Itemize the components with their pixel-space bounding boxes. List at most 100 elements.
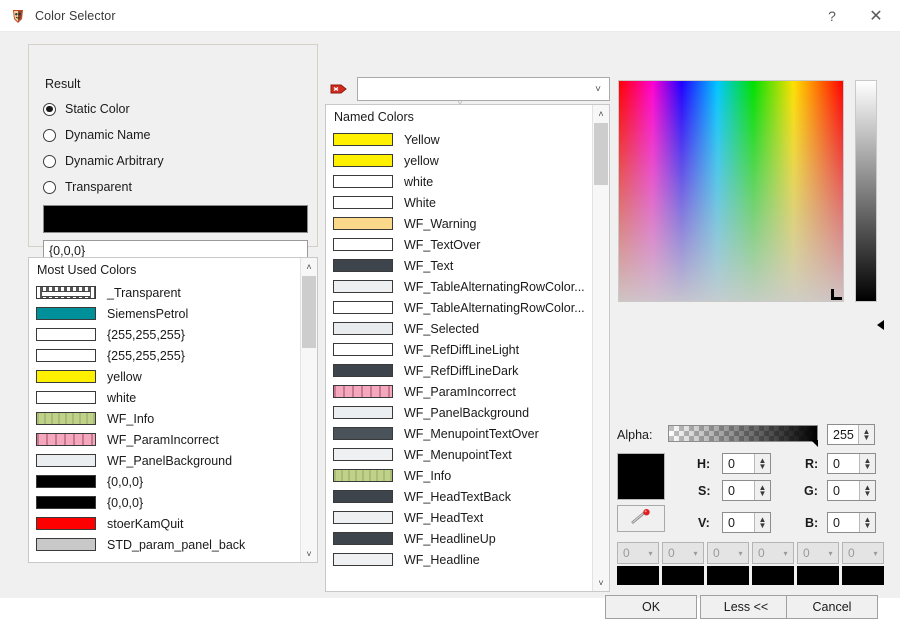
value-slider-marker-icon[interactable]: [877, 320, 884, 330]
most-used-color-item[interactable]: SiemensPetrol: [29, 303, 300, 324]
named-color-item[interactable]: White: [326, 192, 592, 213]
most-used-color-item[interactable]: WF_PanelBackground: [29, 450, 300, 471]
most-used-color-item[interactable]: WF_ParamIncorrect: [29, 429, 300, 450]
green-spinner-arrows[interactable]: ▲ ▼: [859, 481, 875, 500]
palette-slot-swatch[interactable]: [617, 566, 659, 585]
saturation-spinner-arrows[interactable]: ▲ ▼: [754, 481, 770, 500]
spinner-down-icon[interactable]: ▼: [759, 489, 767, 497]
palette-slot-swatch[interactable]: [842, 566, 884, 585]
radio-dynamic-arbitrary[interactable]: Dynamic Arbitrary: [43, 152, 164, 170]
chevron-down-icon[interactable]: ˅: [587, 78, 609, 100]
saturation-spinbox[interactable]: 0 ▲ ▼: [722, 480, 771, 501]
close-button[interactable]: ✕: [854, 0, 898, 31]
chevron-down-icon[interactable]: ▾: [778, 549, 793, 558]
value-value[interactable]: 0: [723, 516, 754, 530]
scroll-up-icon[interactable]: ˄: [301, 258, 317, 275]
chevron-down-icon[interactable]: ▾: [643, 549, 658, 558]
named-color-item[interactable]: yellow: [326, 150, 592, 171]
palette-slot-combobox[interactable]: 0 ▾: [842, 542, 884, 564]
ok-button[interactable]: OK: [605, 595, 697, 619]
color-name-combobox[interactable]: ˅: [357, 77, 610, 101]
spinner-down-icon[interactable]: ▼: [864, 462, 872, 470]
chevron-down-icon[interactable]: ▾: [688, 549, 703, 558]
value-spinbox[interactable]: 0 ▲ ▼: [722, 512, 771, 533]
named-color-item[interactable]: WF_HeadText: [326, 507, 592, 528]
named-color-item[interactable]: WF_MenupointTextOver: [326, 423, 592, 444]
chevron-down-icon[interactable]: ▾: [733, 549, 748, 558]
alpha-spinner-arrows[interactable]: ▲ ▼: [858, 425, 874, 444]
blue-spinner-arrows[interactable]: ▲ ▼: [859, 513, 875, 532]
palette-slot-combobox[interactable]: 0 ▾: [707, 542, 749, 564]
value-spinner-arrows[interactable]: ▲ ▼: [754, 513, 770, 532]
red-tag-delete-icon[interactable]: [330, 81, 350, 97]
radio-transparent[interactable]: Transparent: [43, 178, 132, 196]
named-color-item[interactable]: WF_Headline: [326, 549, 592, 570]
alpha-slider-marker-icon[interactable]: [811, 440, 818, 447]
red-spinner-arrows[interactable]: ▲ ▼: [859, 454, 875, 473]
spinner-down-icon[interactable]: ▼: [759, 462, 767, 470]
scroll-down-icon[interactable]: ˅: [593, 574, 609, 591]
most-used-color-item[interactable]: {255,255,255}: [29, 324, 300, 345]
named-colors-list[interactable]: Named Colors Yellow yellow white White WF_Wa…: [325, 104, 610, 592]
sv-cursor-icon[interactable]: [831, 289, 842, 300]
most-used-color-item[interactable]: {255,255,255}: [29, 345, 300, 366]
named-color-item[interactable]: WF_Info: [326, 465, 592, 486]
help-button[interactable]: ?: [810, 0, 854, 31]
palette-slot-swatch[interactable]: [707, 566, 749, 585]
saturation-value[interactable]: 0: [723, 484, 754, 498]
most-used-color-item[interactable]: WF_Info: [29, 408, 300, 429]
palette-slot-swatch[interactable]: [662, 566, 704, 585]
green-spinbox[interactable]: 0 ▲ ▼: [827, 480, 876, 501]
most-used-color-item[interactable]: {0,0,0}: [29, 492, 300, 513]
named-color-item[interactable]: WF_HeadTextBack: [326, 486, 592, 507]
green-value[interactable]: 0: [828, 484, 859, 498]
palette-slot-combobox[interactable]: 0 ▾: [617, 542, 659, 564]
spinner-down-icon[interactable]: ▼: [864, 489, 872, 497]
blue-spinbox[interactable]: 0 ▲ ▼: [827, 512, 876, 533]
most-used-color-item[interactable]: white: [29, 387, 300, 408]
named-color-item[interactable]: WF_TextOver: [326, 234, 592, 255]
palette-slot-swatch[interactable]: [752, 566, 794, 585]
hue-spinner-arrows[interactable]: ▲ ▼: [754, 454, 770, 473]
cancel-button[interactable]: Cancel: [786, 595, 878, 619]
hue-value[interactable]: 0: [723, 457, 754, 471]
eyedropper-button[interactable]: [617, 505, 665, 532]
hue-spinbox[interactable]: 0 ▲ ▼: [722, 453, 771, 474]
named-color-item[interactable]: WF_HeadlineUp: [326, 528, 592, 549]
most-used-color-item[interactable]: stoerKamQuit: [29, 513, 300, 534]
named-color-item[interactable]: white: [326, 171, 592, 192]
most-used-colors-list[interactable]: Most Used Colors _Transparent SiemensPetr…: [28, 257, 318, 563]
most-used-color-item[interactable]: STD_param_panel_back: [29, 534, 300, 555]
radio-dynamic-name[interactable]: Dynamic Name: [43, 126, 150, 144]
chevron-down-icon[interactable]: ▾: [823, 549, 838, 558]
spinner-down-icon[interactable]: ▼: [864, 521, 872, 529]
spinner-down-icon[interactable]: ▼: [759, 521, 767, 529]
named-color-item[interactable]: WF_Warning: [326, 213, 592, 234]
scroll-down-icon[interactable]: ˅: [301, 545, 317, 562]
scroll-up-icon[interactable]: ˄: [593, 105, 609, 122]
most-used-color-item[interactable]: yellow: [29, 366, 300, 387]
red-spinbox[interactable]: 0 ▲ ▼: [827, 453, 876, 474]
named-color-item[interactable]: WF_TableAlternatingRowColor...: [326, 276, 592, 297]
named-color-item[interactable]: WF_Selected: [326, 318, 592, 339]
named-color-item[interactable]: WF_RefDiffLineDark: [326, 360, 592, 381]
named-color-item[interactable]: WF_MenupointText: [326, 444, 592, 465]
most-used-color-item[interactable]: {0,0,0}: [29, 471, 300, 492]
alpha-spinbox[interactable]: 255 ▲ ▼: [827, 424, 875, 445]
named-colors-scrollbar[interactable]: ˄ ˅: [592, 105, 609, 591]
scrollbar-thumb[interactable]: [302, 276, 316, 348]
named-color-item[interactable]: Yellow: [326, 129, 592, 150]
radio-static-color[interactable]: Static Color: [43, 100, 130, 118]
named-color-item[interactable]: WF_ParamIncorrect: [326, 381, 592, 402]
alpha-slider[interactable]: [668, 425, 818, 442]
palette-slot-swatch[interactable]: [797, 566, 839, 585]
named-color-item[interactable]: WF_PanelBackground: [326, 402, 592, 423]
palette-slot-combobox[interactable]: 0 ▾: [752, 542, 794, 564]
named-color-item[interactable]: WF_Text: [326, 255, 592, 276]
blue-value[interactable]: 0: [828, 516, 859, 530]
named-color-item[interactable]: WF_RefDiffLineLight: [326, 339, 592, 360]
most-used-scrollbar[interactable]: ˄ ˅: [300, 258, 317, 562]
spinner-down-icon[interactable]: ▼: [863, 433, 871, 441]
most-used-color-item[interactable]: _Transparent: [29, 282, 300, 303]
palette-slot-combobox[interactable]: 0 ▾: [662, 542, 704, 564]
